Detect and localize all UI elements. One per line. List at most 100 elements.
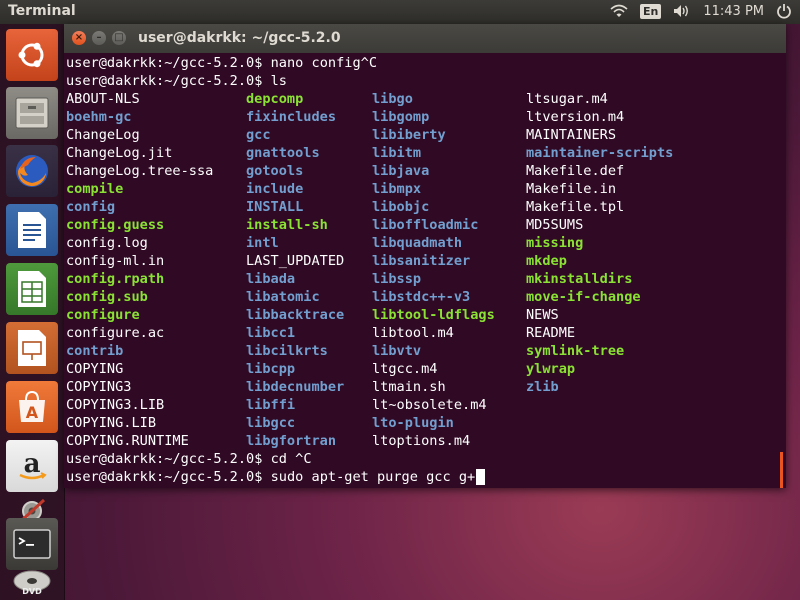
ls-entry: libgfortran [246,433,337,449]
ls-entry: depcomp [246,91,304,107]
ls-entry: missing [526,235,584,251]
ls-entry: move-if-change [526,289,641,305]
ls-entry: Makefile.in [526,181,617,197]
ls-entry: ChangeLog.tree-ssa [66,163,214,179]
terminal-line: user@dakrkk:~/gcc-5.2.0$ nano config^C [66,55,377,71]
power-icon[interactable] [776,3,792,19]
ls-entry: libsanitizer [372,253,471,269]
ls-entry: libcc1 [246,325,296,341]
ls-entry: COPYING3 [66,379,132,395]
libreoffice-impress-icon[interactable] [6,322,58,374]
amazon-icon[interactable]: a [6,440,58,492]
terminal-scrollbar[interactable] [780,452,783,488]
ls-entry: ABOUT-NLS [66,91,140,107]
ls-entry: MD5SUMS [526,217,584,233]
ls-entry: liboffloadmic [372,217,479,233]
ls-entry: libmpx [372,181,422,197]
ls-entry: ltsugar.m4 [526,91,608,107]
ls-entry: libtool-ldflags [372,307,495,323]
ls-entry: compile [66,181,124,197]
ls-entry: Makefile.def [526,163,625,179]
ls-entry: libatomic [246,289,320,305]
ls-entry: COPYING.LIB [66,415,157,431]
ls-entry: libiberty [372,127,446,143]
ls-entry: libffi [246,397,296,413]
ls-entry: libgcc [246,415,296,431]
ls-entry: libbacktrace [246,307,345,323]
ls-entry: COPYING3.LIB [66,397,165,413]
volume-icon[interactable] [673,4,691,18]
app-title: Terminal [8,3,76,19]
ls-entry: libobjc [372,199,430,215]
ls-entry: libgo [372,91,413,107]
ls-entry: Makefile.tpl [526,199,625,215]
ls-entry: zlib [526,379,559,395]
ls-entry: libitm [372,145,422,161]
ls-entry: configure.ac [66,325,165,341]
ls-entry: libjava [372,163,430,179]
terminal-line: user@dakrkk:~/gcc-5.2.0$ cd ^C [66,451,312,467]
ls-entry: COPYING [66,361,124,377]
ls-entry: gcc [246,127,271,143]
indicators: En 11:43 PM [610,3,792,19]
ls-entry: maintainer-scripts [526,145,674,161]
ls-entry: config.rpath [66,271,165,287]
ubuntu-dash-icon[interactable] [6,29,58,81]
ls-entry: NEWS [526,307,559,323]
svg-text:DVD: DVD [22,587,42,595]
clock[interactable]: 11:43 PM [703,4,764,19]
libreoffice-calc-icon[interactable] [6,263,58,315]
ubuntu-software-icon[interactable]: A [6,381,58,433]
launcher: A a DVD [0,24,65,600]
ls-entry: libssp [372,271,422,287]
terminal-output[interactable]: user@dakrkk:~/gcc-5.2.0$ nano config^C us… [66,54,786,488]
ls-entry: mkinstalldirs [526,271,633,287]
ls-entry: intl [246,235,279,251]
wifi-icon[interactable] [610,4,628,18]
ls-entry: libtool.m4 [372,325,454,341]
svg-text:A: A [26,403,39,422]
ls-entry: libcpp [246,361,296,377]
ls-entry: README [526,325,576,341]
ls-entry: config.guess [66,217,165,233]
terminal-cursor [476,469,486,485]
ls-entry: libgomp [372,109,430,125]
ls-entry: ltoptions.m4 [372,433,471,449]
terminal-icon[interactable] [6,518,58,570]
files-icon[interactable] [6,87,58,139]
ls-entry: ltmain.sh [372,379,446,395]
window-titlebar[interactable]: × – □ user@dakrkk: ~/gcc-5.2.0 [64,24,786,53]
ls-entry: configure [66,307,140,323]
ls-entry: include [246,181,304,197]
ls-entry: COPYING.RUNTIME [66,433,189,449]
keyboard-language-indicator[interactable]: En [639,3,662,19]
firefox-icon[interactable] [6,145,58,197]
ls-entry: libquadmath [372,235,463,251]
window-title: user@dakrkk: ~/gcc-5.2.0 [138,30,341,46]
ls-entry: symlink-tree [526,343,625,359]
maximize-icon[interactable]: □ [112,31,126,45]
top-panel: Terminal En 11:43 PM [0,0,800,24]
ls-entry: config-ml.in [66,253,165,269]
minimize-icon[interactable]: – [92,31,106,45]
ls-entry: boehm-gc [66,109,132,125]
ls-entry: libdecnumber [246,379,345,395]
ls-entry: ylwrap [526,361,576,377]
ls-entry: libvtv [372,343,422,359]
ls-entry: ChangeLog [66,127,140,143]
close-icon[interactable]: × [72,31,86,45]
ls-entry: INSTALL [246,199,304,215]
terminal-window: × – □ user@dakrkk: ~/gcc-5.2.0 user@dakr… [64,24,786,488]
ls-entry: LAST_UPDATED [246,253,345,269]
ls-entry: ltversion.m4 [526,109,625,125]
dvd-icon[interactable]: DVD [6,564,58,596]
terminal-line: user@dakrkk:~/gcc-5.2.0$ sudo apt-get pu… [66,469,476,485]
ls-entry: contrib [66,343,124,359]
ls-entry: config [66,199,116,215]
ls-entry: lto-plugin [372,415,454,431]
libreoffice-writer-icon[interactable] [6,204,58,256]
ls-entry: libada [246,271,296,287]
ls-entry: libcilkrts [246,343,328,359]
ls-entry: mkdep [526,253,567,269]
ls-entry: lt~obsolete.m4 [372,397,487,413]
